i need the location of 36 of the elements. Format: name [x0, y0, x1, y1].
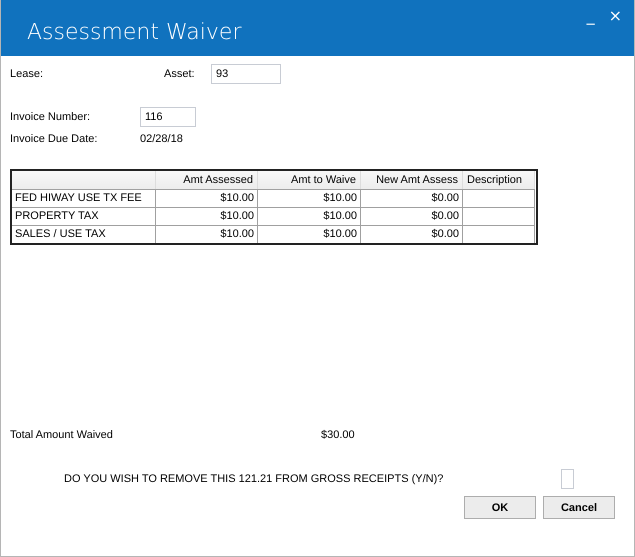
table-cell: [463, 207, 535, 225]
table-cell: $0.00: [361, 225, 463, 243]
answer-field[interactable]: [561, 469, 574, 489]
cancel-button[interactable]: Cancel: [543, 496, 615, 519]
table-cell: $0.00: [361, 207, 463, 225]
ok-button[interactable]: OK: [464, 496, 536, 519]
table-cell: [463, 189, 535, 207]
column-header[interactable]: Description: [463, 171, 535, 189]
invoice-number-label: Invoice Number:: [10, 111, 92, 123]
column-header[interactable]: Amt Assessed: [156, 171, 258, 189]
invoice-due-date-label: Invoice Due Date:: [10, 133, 98, 145]
invoice-number-field[interactable]: 116: [140, 107, 196, 127]
table-cell: PROPERTY TAX: [12, 207, 156, 225]
table-cell: $10.00: [258, 207, 361, 225]
invoice-due-date-value: 02/28/18: [140, 133, 183, 145]
asset-label: Asset:: [164, 68, 196, 80]
table-cell: $10.00: [156, 225, 258, 243]
minimize-button[interactable]: _: [582, 6, 599, 25]
table-cell: SALES / USE TAX: [12, 225, 156, 243]
table-cell: FED HIWAY USE TX FEE: [12, 189, 156, 207]
question-text: DO YOU WISH TO REMOVE THIS 121.21 FROM GROSS RECEIPTS (Y/N)?: [64, 473, 444, 485]
lease-label: Lease:: [10, 68, 44, 80]
column-header[interactable]: New Amt Assess: [361, 171, 463, 189]
total-label: Total Amount Waived: [10, 429, 114, 441]
table-cell: $10.00: [258, 225, 361, 243]
column-header[interactable]: Amt to Waive: [258, 171, 361, 189]
asset-field[interactable]: 93: [211, 64, 281, 84]
close-button[interactable]: ×: [604, 6, 626, 25]
total-value: $30.00: [321, 429, 355, 441]
table-cell: $10.00: [156, 207, 258, 225]
table-cell: $10.00: [156, 189, 258, 207]
window-title: Assessment Waiver: [27, 20, 242, 45]
column-header[interactable]: [12, 171, 156, 189]
table-cell: $10.00: [258, 189, 361, 207]
table-cell: [463, 225, 535, 243]
table-cell: $0.00: [361, 189, 463, 207]
